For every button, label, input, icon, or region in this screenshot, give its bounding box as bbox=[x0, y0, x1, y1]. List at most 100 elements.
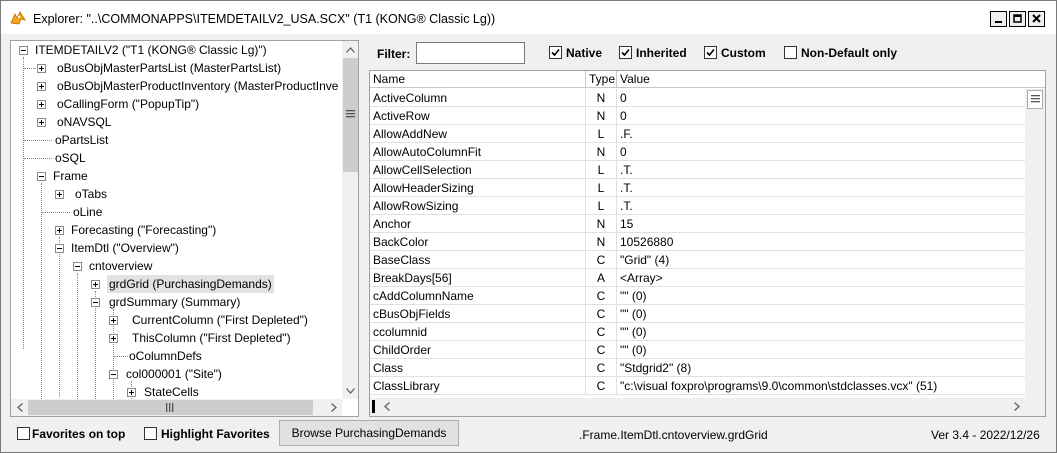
collapse-icon[interactable] bbox=[37, 172, 46, 181]
checkbox-checked-icon[interactable] bbox=[549, 46, 562, 59]
property-value[interactable]: "" (0) bbox=[617, 287, 1025, 305]
tree-node[interactable]: oNAVSQL bbox=[11, 113, 343, 131]
scroll-down-icon[interactable] bbox=[342, 382, 358, 399]
tree-node[interactable]: ItemDtl ("Overview") bbox=[11, 239, 343, 257]
tree-vertical-scrollbar[interactable] bbox=[342, 41, 358, 399]
table-row[interactable]: cAddColumnName C "" (0) bbox=[370, 287, 1025, 305]
tree-node[interactable]: Frame bbox=[11, 167, 343, 185]
checkbox-checked-icon[interactable] bbox=[619, 46, 632, 59]
scroll-up-icon[interactable] bbox=[342, 41, 358, 58]
property-type: L bbox=[586, 197, 617, 215]
tree-node[interactable]: oColumnDefs bbox=[11, 347, 343, 365]
collapse-icon[interactable] bbox=[73, 262, 82, 271]
tree-node[interactable]: oCallingForm ("PopupTip") bbox=[11, 95, 343, 113]
scroll-right-icon[interactable] bbox=[1008, 398, 1025, 415]
property-value[interactable]: 0 bbox=[617, 107, 1025, 125]
property-value[interactable]: "" (0) bbox=[617, 341, 1025, 359]
property-value[interactable]: 15 bbox=[617, 215, 1025, 233]
maximize-button[interactable] bbox=[1009, 11, 1026, 27]
property-value[interactable]: .F. bbox=[617, 125, 1025, 143]
property-value[interactable]: "Grid" (4) bbox=[617, 251, 1025, 269]
tree-node-selected[interactable]: grdGrid (PurchasingDemands) bbox=[11, 275, 343, 293]
close-icon bbox=[1032, 14, 1041, 23]
expand-icon[interactable] bbox=[37, 64, 46, 73]
table-row[interactable]: AllowAutoColumnFit N 0 bbox=[370, 143, 1025, 161]
collapse-icon[interactable] bbox=[91, 298, 100, 307]
property-value[interactable]: 0 bbox=[617, 89, 1025, 107]
tree-node[interactable]: oLine bbox=[11, 203, 343, 221]
property-value[interactable]: "" (0) bbox=[617, 305, 1025, 323]
table-row[interactable]: AllowCellSelection L .T. bbox=[370, 161, 1025, 179]
tree-node[interactable]: ITEMDETAILV2 ("T1 (KONG® Classic Lg)") bbox=[11, 41, 343, 59]
table-row[interactable]: ccolumnid C "" (0) bbox=[370, 323, 1025, 341]
table-row[interactable]: AllowAddNew L .F. bbox=[370, 125, 1025, 143]
table-row[interactable]: AllowRowSizing L .T. bbox=[370, 197, 1025, 215]
filter-input[interactable] bbox=[416, 42, 525, 64]
tree-node[interactable]: oSQL bbox=[11, 149, 343, 167]
tree-node[interactable]: oBusObjMasterPartsList (MasterPartsList) bbox=[11, 59, 343, 77]
object-tree[interactable]: ITEMDETAILV2 ("T1 (KONG® Classic Lg)") o… bbox=[10, 40, 359, 417]
scroll-thumb[interactable] bbox=[343, 58, 358, 172]
grid-vertical-scrollbar[interactable] bbox=[1025, 89, 1045, 398]
expand-icon[interactable] bbox=[91, 280, 100, 289]
table-row[interactable]: cBusObjFields C "" (0) bbox=[370, 305, 1025, 323]
expand-icon[interactable] bbox=[37, 100, 46, 109]
close-button[interactable] bbox=[1028, 11, 1045, 27]
tree-node[interactable]: oBusObjMasterProductInventory (MasterPro… bbox=[11, 77, 343, 95]
table-row[interactable]: Anchor N 15 bbox=[370, 215, 1025, 233]
property-value[interactable]: "c:\visual foxpro\programs\9.0\common\st… bbox=[617, 377, 1025, 395]
browse-button[interactable]: Browse PurchasingDemands bbox=[279, 420, 459, 446]
collapse-icon[interactable] bbox=[109, 370, 118, 379]
table-row[interactable]: AllowHeaderSizing L .T. bbox=[370, 179, 1025, 197]
table-row[interactable]: BackColor N 10526880 bbox=[370, 233, 1025, 251]
tree-node[interactable]: oTabs bbox=[11, 185, 343, 203]
expand-icon[interactable] bbox=[109, 316, 118, 325]
properties-grid[interactable]: Name Type Value ActiveColumn N 0 ActiveR… bbox=[369, 70, 1046, 417]
tree-node[interactable]: grdSummary (Summary) bbox=[11, 293, 343, 311]
checkbox-unchecked-icon[interactable] bbox=[784, 46, 797, 59]
property-value[interactable]: .T. bbox=[617, 161, 1025, 179]
property-value[interactable]: "Stdgrid2" (8) bbox=[617, 359, 1025, 377]
expand-icon[interactable] bbox=[37, 118, 46, 127]
checkbox-unchecked-icon[interactable] bbox=[144, 427, 157, 440]
scroll-right-icon[interactable] bbox=[325, 399, 342, 416]
table-row[interactable]: BreakDays[56] A <Array> bbox=[370, 269, 1025, 287]
checkbox-unchecked-icon[interactable] bbox=[17, 427, 30, 440]
checkbox-checked-icon[interactable] bbox=[704, 46, 717, 59]
expand-icon[interactable] bbox=[55, 190, 64, 199]
tree-node[interactable]: CurrentColumn ("First Depleted") bbox=[11, 311, 343, 329]
scroll-left-icon[interactable] bbox=[11, 399, 28, 416]
property-value[interactable]: .T. bbox=[617, 197, 1025, 215]
tree-node[interactable]: cntoverview bbox=[11, 257, 343, 275]
tree-node[interactable]: col000001 ("Site") bbox=[11, 365, 343, 383]
table-row[interactable]: ActiveRow N 0 bbox=[370, 107, 1025, 125]
tree-node[interactable]: ThisColumn ("First Depleted") bbox=[11, 329, 343, 347]
column-header-value[interactable]: Value bbox=[617, 71, 1045, 88]
property-value[interactable]: "" (0) bbox=[617, 323, 1025, 341]
collapse-icon[interactable] bbox=[55, 244, 64, 253]
expand-icon[interactable] bbox=[109, 334, 118, 343]
table-row[interactable]: ChildOrder C "" (0) bbox=[370, 341, 1025, 359]
scroll-left-icon[interactable] bbox=[378, 398, 395, 415]
table-row[interactable]: ActiveColumn N 0 bbox=[370, 89, 1025, 107]
scroll-thumb[interactable] bbox=[1027, 90, 1043, 109]
tree-node[interactable]: oPartsList bbox=[11, 131, 343, 149]
minimize-button[interactable] bbox=[990, 11, 1007, 27]
expand-icon[interactable] bbox=[37, 82, 46, 91]
table-row[interactable]: BaseClass C "Grid" (4) bbox=[370, 251, 1025, 269]
property-value[interactable]: .T. bbox=[617, 179, 1025, 197]
tree-horizontal-scrollbar[interactable] bbox=[11, 399, 342, 416]
property-value[interactable]: 10526880 bbox=[617, 233, 1025, 251]
scroll-thumb[interactable] bbox=[28, 400, 313, 415]
property-value[interactable]: <Array> bbox=[617, 269, 1025, 287]
table-row[interactable]: Class C "Stdgrid2" (8) bbox=[370, 359, 1025, 377]
grid-horizontal-scrollbar[interactable] bbox=[370, 398, 1045, 416]
expand-icon[interactable] bbox=[127, 388, 136, 397]
collapse-icon[interactable] bbox=[19, 46, 28, 55]
column-header-type[interactable]: Type bbox=[586, 71, 617, 88]
expand-icon[interactable] bbox=[55, 226, 64, 235]
column-header-name[interactable]: Name bbox=[370, 71, 586, 88]
property-value[interactable]: 0 bbox=[617, 143, 1025, 161]
tree-node[interactable]: Forecasting ("Forecasting") bbox=[11, 221, 343, 239]
table-row[interactable]: ClassLibrary C "c:\visual foxpro\program… bbox=[370, 377, 1025, 395]
